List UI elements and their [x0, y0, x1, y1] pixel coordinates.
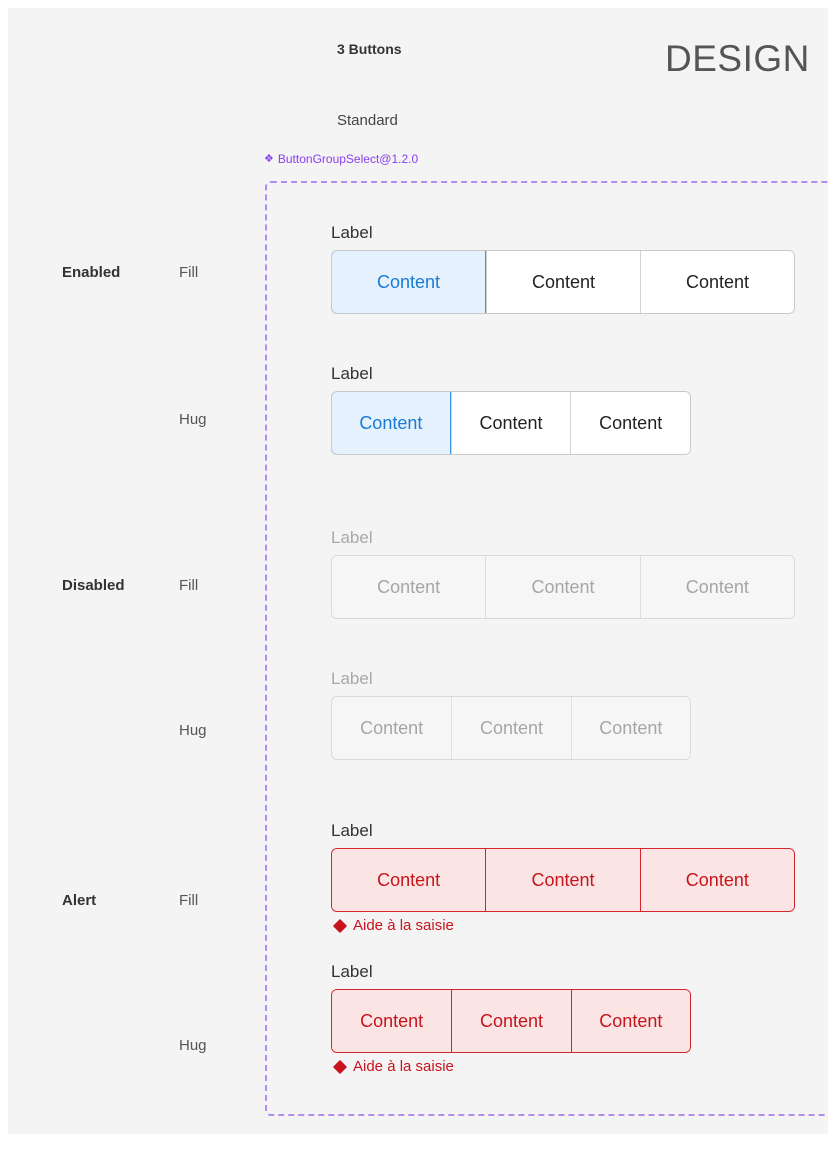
segment-button-alert[interactable]: Content — [451, 990, 571, 1052]
page-subtitle: Standard — [337, 112, 398, 129]
warning-diamond-icon — [332, 1059, 348, 1074]
segment-button-disabled: Content — [332, 556, 486, 618]
field-label: Label — [331, 223, 373, 242]
button-group-alert-fill: Content Content Content — [331, 848, 795, 912]
segment-button-disabled: Content — [451, 697, 571, 759]
component-tag[interactable]: ❖ ButtonGroupSelect@1.2.0 — [264, 152, 418, 166]
button-group-disabled-hug: Content Content Content — [331, 696, 691, 760]
segment-button[interactable]: Content — [570, 392, 690, 454]
variant-disabled-hug: Hug — [179, 722, 207, 739]
segment-button-selected[interactable]: Content — [332, 392, 451, 454]
component-diamond-icon: ❖ — [264, 152, 274, 165]
button-group-disabled-fill: Content Content Content — [331, 555, 795, 619]
button-group-enabled-hug: Content Content Content — [331, 391, 691, 455]
design-word: DESIGN — [665, 38, 810, 79]
helper-text: Aide à la saisie — [353, 1058, 454, 1075]
segment-button[interactable]: Content — [486, 251, 640, 313]
segment-button-disabled: Content — [570, 697, 690, 759]
segment-button-alert[interactable]: Content — [332, 990, 452, 1052]
warning-diamond-icon — [332, 918, 348, 933]
segment-button-alert[interactable]: Content — [639, 849, 794, 911]
segment-button-disabled: Content — [639, 556, 794, 618]
variant-enabled-hug: Hug — [179, 411, 207, 428]
segment-button-disabled: Content — [332, 697, 452, 759]
row-title-enabled: Enabled — [62, 264, 121, 281]
row-title-disabled: Disabled — [62, 577, 125, 594]
button-group-alert-hug: Content Content Content — [331, 989, 691, 1053]
button-group-enabled-fill: Content Content Content — [331, 250, 795, 314]
helper-text-alert: Aide à la saisie — [332, 917, 454, 934]
variant-enabled-fill: Fill — [179, 264, 199, 281]
segment-button-alert[interactable]: Content — [332, 849, 486, 911]
segment-button-selected[interactable]: Content — [332, 251, 486, 313]
segment-button-disabled: Content — [485, 556, 640, 618]
field-label-disabled: Label — [331, 669, 373, 688]
segment-button[interactable]: Content — [450, 392, 571, 454]
helper-text-alert: Aide à la saisie — [332, 1058, 454, 1075]
variant-alert-fill: Fill — [179, 892, 199, 909]
field-label-disabled: Label — [331, 528, 373, 547]
variant-disabled-fill: Fill — [179, 577, 199, 594]
row-title-alert: Alert — [62, 892, 97, 909]
segment-button-alert[interactable]: Content — [485, 849, 640, 911]
segment-button[interactable]: Content — [640, 251, 794, 313]
field-label: Label — [331, 821, 373, 840]
segment-button-alert[interactable]: Content — [570, 990, 690, 1052]
component-tag-label: ButtonGroupSelect@1.2.0 — [277, 152, 419, 166]
helper-text: Aide à la saisie — [353, 917, 454, 934]
page-title: 3 Buttons — [337, 41, 402, 57]
field-label: Label — [331, 364, 373, 383]
field-label: Label — [331, 962, 373, 981]
variant-alert-hug: Hug — [179, 1037, 207, 1054]
